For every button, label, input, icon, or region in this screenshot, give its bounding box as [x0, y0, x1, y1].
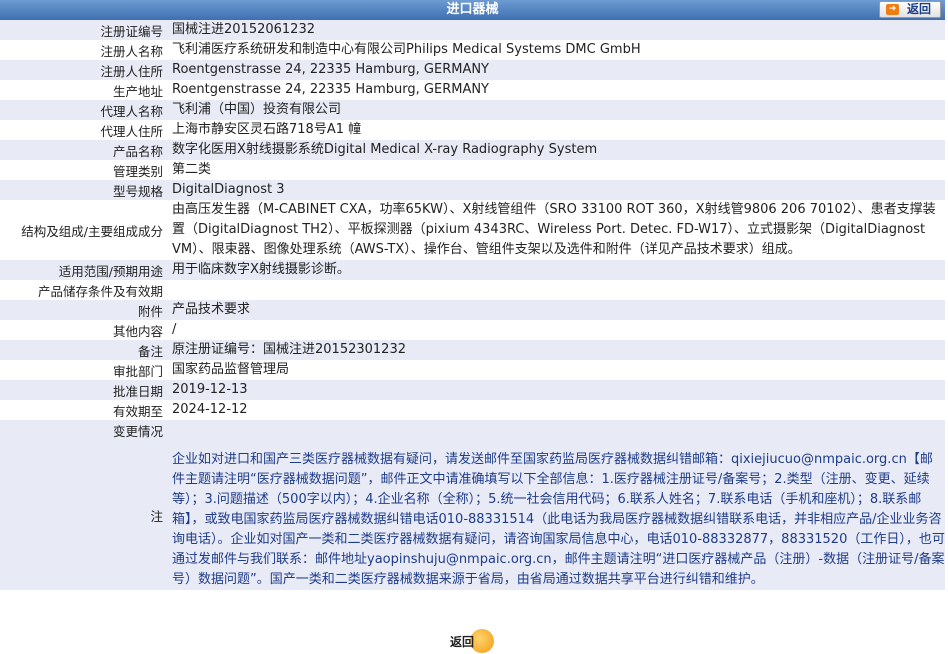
table-row: 注册证编号 国械注进20152061232	[0, 20, 945, 40]
table-row: 适用范围/预期用途 用于临床数字X射线摄影诊断。	[0, 260, 945, 280]
table-row: 结构及组成/主要组成成分 由高压发生器（M-CABINET CXA，功率65KW）…	[0, 200, 945, 260]
row-label: 备注	[137, 343, 163, 359]
row-value: 飞利浦（中国）投资有限公司	[172, 102, 342, 117]
row-label: 生产地址	[112, 83, 163, 99]
table-row: 注册人名称 飞利浦医疗系统研发和制造中心有限公司Philips Medical S…	[0, 40, 945, 60]
table-row: 注册人住所 Roentgenstrasse 24, 22335 Hamburg, …	[0, 60, 945, 80]
row-value: 第二类	[172, 162, 212, 177]
row-label: 附件	[137, 303, 163, 319]
table-row: 批准日期 2019-12-13	[0, 380, 945, 400]
row-label: 批准日期	[112, 383, 163, 399]
row-value: Roentgenstrasse 24, 22335 Hamburg, GERMA…	[172, 82, 490, 97]
row-value: 上海市静安区灵石路718号A1 幢	[172, 122, 362, 137]
row-value: 国械注进20152061232	[172, 22, 315, 37]
note-row: 注企业如对进口和国产三类医疗器械数据有疑问，请发送邮件至国家药监局医疗器械数据纠…	[0, 440, 945, 590]
back-button-bottom-label: 返回	[450, 635, 475, 649]
table-row: 审批部门 国家药品监督管理局	[0, 360, 945, 380]
arrow-right-icon: ➜	[886, 4, 899, 15]
row-label: 型号规格	[112, 183, 163, 199]
row-value: 产品技术要求	[172, 302, 251, 317]
row-label: 适用范围/预期用途	[58, 263, 163, 279]
row-label: 其他内容	[112, 323, 163, 339]
back-button-top[interactable]: ➜ 返回	[879, 1, 941, 18]
back-button-label: 返回	[907, 2, 932, 16]
row-value: Roentgenstrasse 24, 22335 Hamburg, GERMA…	[172, 62, 490, 77]
row-label: 审批部门	[112, 363, 163, 379]
table-row: 产品名称 数字化医用X射线摄影系统Digital Medical X-ray Ra…	[0, 140, 945, 160]
page-title-bar: 进口器械	[0, 0, 945, 20]
table-row: 代理人名称 飞利浦（中国）投资有限公司	[0, 100, 945, 120]
table-row: 生产地址 Roentgenstrasse 24, 22335 Hamburg, G…	[0, 80, 945, 100]
table-row: 变更情况	[0, 420, 945, 440]
row-value: 由高压发生器（M-CABINET CXA，功率65KW）、X射线管组件（SRO …	[172, 202, 936, 257]
row-value	[167, 280, 945, 300]
table-row: 其他内容 /	[0, 320, 945, 340]
row-value: /	[172, 322, 177, 337]
row-value: 2019-12-13	[172, 382, 248, 397]
table-row: 管理类别 第二类	[0, 160, 945, 180]
row-value: 原注册证编号：国械注进20152301232	[172, 342, 406, 357]
row-value: 国家药品监督管理局	[172, 362, 290, 377]
row-label: 注册证编号	[100, 23, 163, 39]
table-row: 附件 产品技术要求	[0, 300, 945, 320]
row-label: 注册人住所	[100, 63, 163, 79]
row-label: 管理类别	[112, 163, 163, 179]
row-value: 数字化医用X射线摄影系统Digital Medical X-ray Radiog…	[172, 142, 598, 157]
page-title: 进口器械	[446, 2, 499, 17]
row-label: 结构及组成/主要组成成分	[21, 223, 163, 239]
table-row: 产品储存条件及有效期	[0, 280, 945, 300]
row-label: 产品储存条件及有效期	[37, 283, 163, 299]
row-label: 注册人名称	[100, 43, 163, 59]
note-label: 注	[150, 508, 163, 524]
row-label: 产品名称	[112, 143, 163, 159]
table-row: 代理人住所 上海市静安区灵石路718号A1 幢	[0, 120, 945, 140]
row-label: 代理人名称	[100, 103, 163, 119]
row-value: 飞利浦医疗系统研发和制造中心有限公司Philips Medical System…	[172, 42, 641, 57]
table-row: 备注 原注册证编号：国械注进20152301232	[0, 340, 945, 360]
device-info-table: 注册证编号 国械注进20152061232 注册人名称 飞利浦医疗系统研发和制造中心有…	[0, 20, 945, 590]
row-label: 有效期至	[112, 403, 163, 419]
row-value: DigitalDiagnost 3	[172, 182, 285, 197]
row-value: 2024-12-12	[172, 402, 248, 417]
row-value	[167, 420, 945, 440]
row-label: 变更情况	[112, 423, 163, 439]
row-value: 用于临床数字X射线摄影诊断。	[172, 262, 350, 277]
row-label: 代理人住所	[100, 123, 163, 139]
table-row: 型号规格 DigitalDiagnost 3	[0, 180, 945, 200]
note-text: 企业如对进口和国产三类医疗器械数据有疑问，请发送邮件至国家药监局医疗器械数据纠错…	[172, 452, 945, 587]
back-button-bottom[interactable]: 返回	[447, 629, 495, 653]
table-row: 有效期至 2024-12-12	[0, 400, 945, 420]
